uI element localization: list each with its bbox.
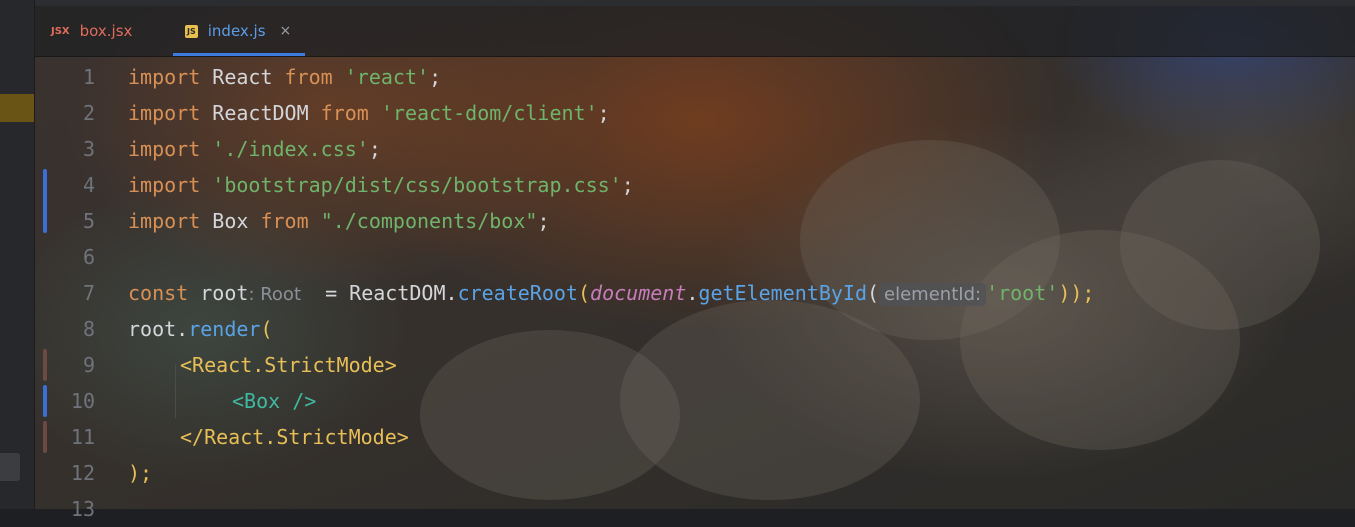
jsx-component: <Box /> — [232, 389, 317, 413]
line-number: 10 — [70, 389, 95, 413]
code-line-7[interactable]: const root: Root = ReactDOM.createRoot(d… — [128, 275, 1094, 311]
vcs-changed-marker[interactable] — [43, 349, 47, 381]
vcs-modified-marker[interactable] — [43, 169, 47, 233]
line-number: 8 — [82, 317, 95, 341]
code-line-4[interactable]: import 'bootstrap/dist/css/bootstrap.css… — [128, 167, 634, 203]
expression: = ReactDOM. — [301, 281, 458, 305]
function-call: getElementById — [698, 281, 867, 305]
identifier: ReactDOM — [200, 101, 321, 125]
keyword: import — [128, 173, 201, 197]
code-line-11[interactable]: </React.StrictMode> — [180, 419, 409, 455]
keyword: from — [284, 65, 333, 89]
line-number: 7 — [82, 281, 95, 305]
string-literal: 'react' — [344, 65, 430, 89]
punctuation: ; — [621, 173, 634, 197]
function-call: render — [188, 317, 261, 341]
tab-box-jsx[interactable]: JSX box.jsx — [51, 6, 132, 56]
paren: ( — [260, 317, 273, 341]
punctuation: ; — [537, 209, 550, 233]
identifier: root. — [128, 317, 189, 341]
tab-label: box.jsx — [79, 22, 133, 40]
active-tab-indicator — [173, 53, 306, 56]
close-tab-icon[interactable]: × — [280, 23, 292, 39]
code-line-3[interactable]: import './index.css'; — [128, 131, 381, 167]
tool-strip-highlight[interactable] — [0, 94, 34, 122]
identifier: React — [200, 65, 285, 89]
keyword: import — [128, 209, 201, 233]
line-number: 6 — [82, 245, 95, 269]
line-number: 2 — [82, 101, 95, 125]
tab-index-js[interactable]: JS index.js × — [173, 6, 306, 56]
parameter-hint: elementId: — [879, 283, 987, 306]
jsx-tag: <React.StrictMode> — [180, 353, 397, 377]
vcs-modified-marker[interactable] — [43, 385, 47, 417]
paren: ( — [577, 281, 591, 305]
line-number: 9 — [82, 353, 95, 377]
identifier: root — [188, 281, 249, 305]
tab-label: index.js — [207, 22, 266, 40]
line-number: 5 — [82, 209, 95, 233]
code-line-1[interactable]: import React from 'react'; — [128, 59, 441, 95]
keyword: const — [128, 281, 189, 305]
code-line-9[interactable]: <React.StrictMode> — [180, 347, 397, 383]
js-file-icon: JS — [185, 24, 198, 38]
string-literal: 'bootstrap/dist/css/bootstrap.css' — [212, 173, 622, 197]
string-literal: './index.css' — [212, 137, 369, 161]
global-object: document — [590, 281, 687, 305]
line-number: 11 — [70, 425, 95, 449]
keyword: import — [128, 137, 201, 161]
punctuation: )); — [1058, 281, 1095, 305]
keyword: import — [128, 65, 201, 89]
identifier: Box — [200, 209, 261, 233]
tool-strip-button[interactable] — [0, 453, 20, 481]
line-number: 13 — [70, 497, 95, 521]
keyword: from — [260, 209, 309, 233]
punctuation: ; — [429, 65, 442, 89]
tool-window-strip — [0, 0, 35, 509]
line-number: 3 — [82, 137, 95, 161]
editor-tab-bar: JSX box.jsx JS index.js × — [35, 6, 1355, 57]
keyword: from — [320, 101, 369, 125]
line-number: 1 — [82, 65, 95, 89]
string-literal: 'react-dom/client' — [380, 101, 598, 125]
paren: ( — [866, 281, 880, 305]
code-line-5[interactable]: import Box from "./components/box"; — [128, 203, 549, 239]
punctuation: . — [686, 281, 699, 305]
punctuation: ; — [368, 137, 381, 161]
line-number-gutter: 1 2 3 4 5 6 7 8 9 10 11 12 13 — [35, 57, 125, 521]
punctuation: ; — [597, 101, 610, 125]
line-number: 4 — [82, 173, 95, 197]
vcs-changed-marker[interactable] — [43, 421, 47, 453]
type-hint: : Root — [248, 284, 302, 305]
line-number: 12 — [70, 461, 95, 485]
code-line-10[interactable]: <Box /> — [232, 383, 316, 419]
string-literal: "./components/box" — [320, 209, 538, 233]
jsx-file-icon: JSX — [51, 25, 70, 37]
keyword: import — [128, 101, 201, 125]
string-literal: 'root' — [986, 281, 1059, 305]
punctuation: ); — [128, 461, 153, 485]
jsx-tag: </React.StrictMode> — [180, 425, 409, 449]
indent-guide — [175, 364, 176, 418]
function-call: createRoot — [457, 281, 578, 305]
code-line-12[interactable]: ); — [128, 455, 152, 491]
code-line-2[interactable]: import ReactDOM from 'react-dom/client'; — [128, 95, 610, 131]
code-line-8[interactable]: root.render( — [128, 311, 273, 347]
